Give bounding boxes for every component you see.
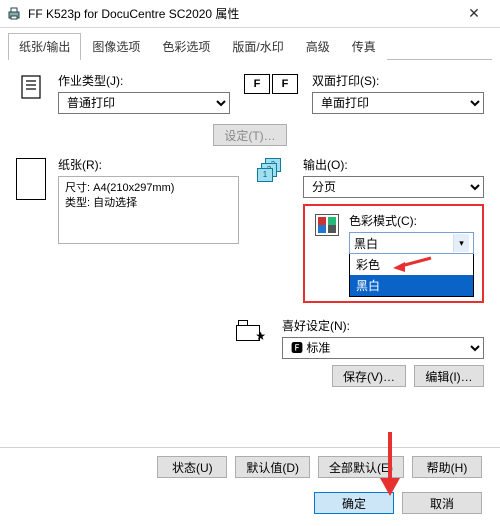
tab-image-options[interactable]: 图像选项 bbox=[81, 33, 151, 60]
printer-icon bbox=[6, 6, 22, 22]
color-mode-highlight-box: 色彩模式(C): 黑白 ▾ 彩色 黑白 bbox=[303, 204, 484, 303]
output-label: 输出(O): bbox=[303, 156, 484, 173]
tab-paper-output[interactable]: 纸张/输出 bbox=[8, 33, 81, 60]
tab-strip: 纸张/输出 图像选项 色彩选项 版面/水印 高级 传真 bbox=[8, 32, 492, 60]
color-mode-option-color[interactable]: 彩色 bbox=[350, 254, 473, 275]
paper-type: 类型: 自动选择 bbox=[65, 196, 232, 211]
close-button[interactable]: ✕ bbox=[454, 0, 494, 28]
paper-label: 纸张(R): bbox=[58, 156, 239, 173]
paper-thumb-icon bbox=[16, 156, 46, 200]
separator bbox=[0, 447, 500, 448]
ok-button[interactable]: 确定 bbox=[314, 492, 394, 514]
jobtype-label: 作业类型(J): bbox=[58, 72, 230, 89]
tab-fax[interactable]: 传真 bbox=[341, 33, 387, 60]
paper-info-box[interactable]: 尺寸: A4(210x297mm) 类型: 自动选择 bbox=[58, 176, 239, 244]
output-select[interactable]: 分页 bbox=[303, 176, 484, 198]
color-mode-option-list: 彩色 黑白 bbox=[349, 254, 474, 297]
output-icon: 3 2 1 bbox=[251, 156, 291, 182]
color-mode-option-bw[interactable]: 黑白 bbox=[350, 275, 473, 296]
dialog-actions: 确定 取消 bbox=[0, 492, 500, 514]
duplex-label: 双面打印(S): bbox=[312, 72, 484, 89]
color-mode-selected[interactable]: 黑白 ▾ bbox=[349, 232, 474, 254]
paper-size: 尺寸: A4(210x297mm) bbox=[65, 181, 232, 196]
preset-save-button[interactable]: 保存(V)… bbox=[332, 365, 406, 387]
tab-footer: 状态(U) 默认值(D) 全部默认(E) 帮助(H) bbox=[0, 456, 500, 478]
preset-select[interactable]: 🅵 标准 bbox=[282, 337, 484, 359]
tab-content: 作业类型(J): 普通打印 F F 双面打印(S): 单面打印 设定(T)… 纸… bbox=[0, 60, 500, 401]
color-mode-icon bbox=[313, 212, 341, 236]
duplex-select[interactable]: 单面打印 bbox=[312, 92, 484, 114]
jobtype-select[interactable]: 普通打印 bbox=[58, 92, 230, 114]
all-defaults-button[interactable]: 全部默认(E) bbox=[318, 456, 404, 478]
defaults-button[interactable]: 默认值(D) bbox=[235, 456, 310, 478]
jobtype-icon bbox=[16, 72, 46, 100]
help-button[interactable]: 帮助(H) bbox=[412, 456, 482, 478]
cancel-button[interactable]: 取消 bbox=[402, 492, 482, 514]
chevron-down-icon: ▾ bbox=[453, 234, 469, 252]
tab-color-options[interactable]: 色彩选项 bbox=[151, 33, 221, 60]
window-title: FF K523p for DocuCentre SC2020 属性 bbox=[28, 5, 454, 22]
titlebar: FF K523p for DocuCentre SC2020 属性 ✕ bbox=[0, 0, 500, 28]
color-mode-label: 色彩模式(C): bbox=[349, 212, 474, 229]
color-mode-dropdown[interactable]: 黑白 ▾ 彩色 黑白 bbox=[349, 232, 474, 297]
preset-edit-button[interactable]: 编辑(I)… bbox=[414, 365, 484, 387]
duplex-icon: F F bbox=[242, 72, 300, 94]
status-button[interactable]: 状态(U) bbox=[157, 456, 227, 478]
preset-label: 喜好设定(N): bbox=[282, 317, 484, 334]
tab-advanced[interactable]: 高级 bbox=[295, 33, 341, 60]
jobtype-settings-button[interactable]: 设定(T)… bbox=[213, 124, 286, 146]
tab-layout-watermark[interactable]: 版面/水印 bbox=[221, 33, 294, 60]
preset-icon: ★ bbox=[230, 317, 270, 341]
